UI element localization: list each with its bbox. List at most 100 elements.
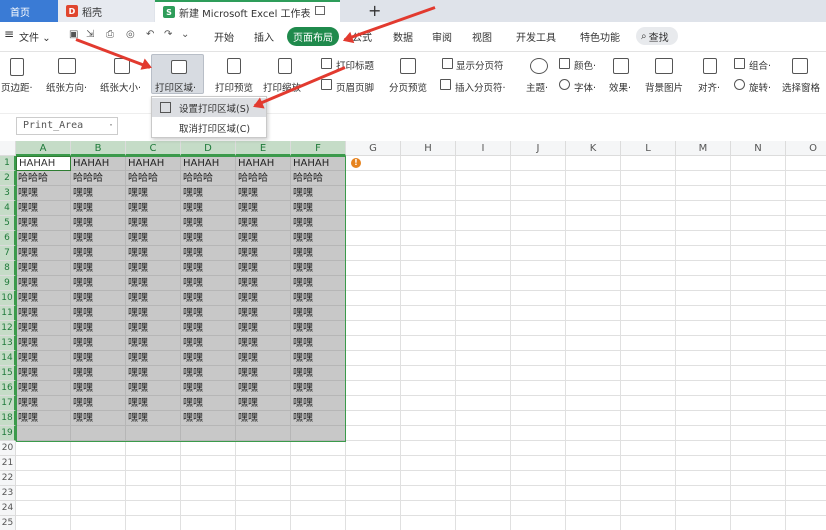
grid-cell[interactable] xyxy=(566,321,621,336)
grid-cell[interactable] xyxy=(181,516,236,530)
align-button[interactable]: 对齐· xyxy=(698,80,720,94)
grid-cell[interactable]: 嘿嘿 xyxy=(126,261,181,276)
grid-cell[interactable] xyxy=(731,456,786,471)
grid-cell[interactable] xyxy=(731,171,786,186)
grid-cell[interactable] xyxy=(731,156,786,171)
grid-cell[interactable]: 嘿嘿 xyxy=(16,276,71,291)
grid-cell[interactable] xyxy=(786,186,826,201)
row-header[interactable]: 12 xyxy=(0,321,16,336)
grid-cell[interactable] xyxy=(511,426,566,441)
grid-cell[interactable] xyxy=(676,276,731,291)
grid-cell[interactable] xyxy=(456,516,511,530)
grid-cell[interactable] xyxy=(621,441,676,456)
grid-cell[interactable] xyxy=(731,201,786,216)
grid-cell[interactable] xyxy=(401,441,456,456)
column-header[interactable]: F xyxy=(291,141,346,156)
grid-cell[interactable] xyxy=(786,171,826,186)
grid-cell[interactable] xyxy=(511,366,566,381)
clear-print-area-item[interactable]: 取消打印区域(C) xyxy=(152,118,266,137)
grid-cell[interactable] xyxy=(401,411,456,426)
grid-cell[interactable]: 嘿嘿 xyxy=(126,321,181,336)
column-header[interactable]: I xyxy=(456,141,511,156)
grid-cell[interactable] xyxy=(731,426,786,441)
grid-cell[interactable]: 嘿嘿 xyxy=(71,336,126,351)
grid-cell[interactable] xyxy=(676,216,731,231)
grid-cell[interactable]: 嘿嘿 xyxy=(71,246,126,261)
grid-cell[interactable] xyxy=(566,231,621,246)
grid-cell[interactable]: 嘿嘿 xyxy=(236,186,291,201)
grid-cell[interactable] xyxy=(291,441,346,456)
grid-cell[interactable] xyxy=(676,381,731,396)
grid-cell[interactable] xyxy=(786,351,826,366)
grid-cell[interactable] xyxy=(16,441,71,456)
grid-cell[interactable]: 嘿嘿 xyxy=(126,231,181,246)
grid-cell[interactable]: 嘿嘿 xyxy=(126,381,181,396)
grid-cell[interactable] xyxy=(401,231,456,246)
grid-cell[interactable]: 嘿嘿 xyxy=(181,186,236,201)
grid-cell[interactable] xyxy=(621,501,676,516)
grid-cell[interactable] xyxy=(731,261,786,276)
column-header[interactable]: B xyxy=(71,141,126,156)
grid-cell[interactable] xyxy=(731,486,786,501)
grid-cell[interactable] xyxy=(786,231,826,246)
grid-cell[interactable] xyxy=(511,441,566,456)
grid-cell[interactable] xyxy=(621,231,676,246)
grid-cell[interactable] xyxy=(621,426,676,441)
grid-cell[interactable] xyxy=(621,456,676,471)
grid-cell[interactable] xyxy=(346,276,401,291)
grid-cell[interactable]: 嘿嘿 xyxy=(181,306,236,321)
grid-cell[interactable]: 嘿嘿 xyxy=(236,336,291,351)
grid-cell[interactable] xyxy=(566,171,621,186)
grid-cell[interactable] xyxy=(456,171,511,186)
grid-cell[interactable] xyxy=(16,471,71,486)
grid-cell[interactable] xyxy=(566,306,621,321)
grid-cell[interactable] xyxy=(566,216,621,231)
grid-cell[interactable] xyxy=(401,306,456,321)
grid-cell[interactable]: 嘿嘿 xyxy=(236,411,291,426)
grid-cell[interactable] xyxy=(511,216,566,231)
grid-cell[interactable] xyxy=(731,411,786,426)
grid-cell[interactable] xyxy=(566,351,621,366)
grid-cell[interactable] xyxy=(621,381,676,396)
grid-cell[interactable] xyxy=(401,201,456,216)
grid-cell[interactable] xyxy=(676,351,731,366)
grid-cell[interactable] xyxy=(676,471,731,486)
grid-cell[interactable] xyxy=(16,516,71,530)
column-header[interactable]: J xyxy=(511,141,566,156)
grid-cell[interactable] xyxy=(346,201,401,216)
grid-cell[interactable] xyxy=(511,456,566,471)
grid-cell[interactable] xyxy=(236,501,291,516)
grid-cell[interactable] xyxy=(401,171,456,186)
grid-cell[interactable] xyxy=(511,171,566,186)
grid-cell[interactable]: 嘿嘿 xyxy=(291,366,346,381)
grid-cell[interactable] xyxy=(346,216,401,231)
grid-cell[interactable] xyxy=(676,516,731,530)
grid-cell[interactable]: 嘿嘿 xyxy=(181,291,236,306)
row-header[interactable]: 10 xyxy=(0,291,16,306)
grid-cell[interactable] xyxy=(786,306,826,321)
grid-cell[interactable] xyxy=(456,381,511,396)
row-header[interactable]: 11 xyxy=(0,306,16,321)
grid-cell[interactable]: 嘿嘿 xyxy=(71,306,126,321)
print-icon[interactable]: ⎙ xyxy=(106,29,114,40)
grid-cell[interactable]: 嘿嘿 xyxy=(126,411,181,426)
grid-cell[interactable]: 嘿嘿 xyxy=(71,381,126,396)
column-header[interactable]: G xyxy=(346,141,401,156)
menu-start[interactable]: 开始 xyxy=(214,29,234,44)
grid-cell[interactable]: 嘿嘿 xyxy=(126,186,181,201)
row-header[interactable]: 21 xyxy=(0,456,16,471)
grid-cell[interactable] xyxy=(16,426,71,441)
grid-cell[interactable]: 嘿嘿 xyxy=(181,336,236,351)
grid-cell[interactable] xyxy=(676,186,731,201)
fonts-button[interactable]: 字体· xyxy=(574,80,596,94)
grid-cell[interactable] xyxy=(566,246,621,261)
grid-cell[interactable]: 嘿嘿 xyxy=(126,246,181,261)
column-header[interactable]: C xyxy=(126,141,181,156)
grid-cell[interactable] xyxy=(456,501,511,516)
grid-cell[interactable]: 嘿嘿 xyxy=(16,216,71,231)
grid-cell[interactable] xyxy=(621,306,676,321)
row-header[interactable]: 9 xyxy=(0,276,16,291)
grid-cell[interactable] xyxy=(456,216,511,231)
column-header[interactable]: E xyxy=(236,141,291,156)
grid-cell[interactable] xyxy=(511,336,566,351)
